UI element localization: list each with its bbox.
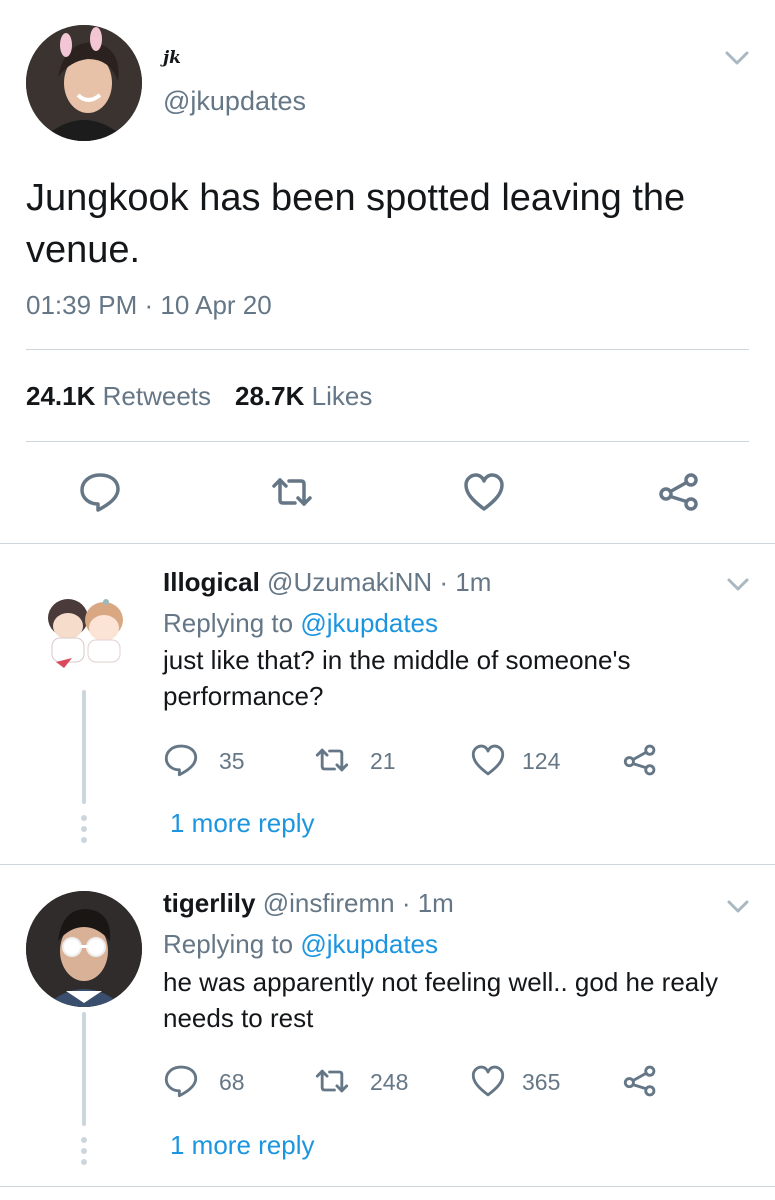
share-icon[interactable] xyxy=(657,470,701,514)
more-replies-link[interactable]: 1 more reply xyxy=(170,1130,315,1161)
section-divider xyxy=(0,543,775,544)
retweets-stat[interactable]: 24.1K Retweets xyxy=(26,381,211,411)
retweets-count: 24.1K xyxy=(26,381,96,411)
reply-text: just like that? in the middle of someone… xyxy=(163,645,631,711)
reply-count: 68 xyxy=(219,1069,245,1095)
replying-to-label: Replying to xyxy=(163,929,294,959)
reply-icon[interactable] xyxy=(78,470,122,514)
section-divider xyxy=(0,864,775,865)
retweet-icon[interactable] xyxy=(314,742,350,778)
reply-avatar[interactable] xyxy=(26,891,142,1007)
share-icon[interactable] xyxy=(622,742,658,778)
likes-count: 28.7K xyxy=(235,381,305,411)
author-display-name[interactable]: jk xyxy=(163,48,181,68)
author-avatar[interactable] xyxy=(26,25,142,141)
retweet-icon[interactable] xyxy=(270,470,314,514)
thread-line xyxy=(82,690,86,804)
thread-line xyxy=(82,1012,86,1126)
chevron-down-icon[interactable] xyxy=(722,43,752,73)
reply-avatar[interactable] xyxy=(26,570,142,686)
retweet-count: 248 xyxy=(370,1069,409,1095)
reply-header: Illogical @UzumakiNN · 1m xyxy=(163,567,491,598)
chevron-down-icon[interactable] xyxy=(724,570,752,598)
replying-to: Replying to @jkupdates xyxy=(163,929,438,960)
replying-to-label: Replying to xyxy=(163,608,294,638)
reply-time: · 1m xyxy=(401,888,454,918)
divider xyxy=(26,349,749,350)
section-divider xyxy=(0,1186,775,1187)
reply-icon[interactable] xyxy=(163,742,199,778)
share-icon[interactable] xyxy=(622,1063,658,1099)
like-icon[interactable] xyxy=(470,742,506,778)
tweet-stats: 24.1K Retweets 28.7K Likes xyxy=(26,381,372,412)
like-icon[interactable] xyxy=(470,1063,506,1099)
chevron-down-icon[interactable] xyxy=(724,892,752,920)
author-handle[interactable]: @jkupdates xyxy=(163,86,306,117)
reply-icon[interactable] xyxy=(163,1063,199,1099)
retweet-icon[interactable] xyxy=(314,1063,350,1099)
like-count: 124 xyxy=(522,748,561,774)
like-icon[interactable] xyxy=(462,470,506,514)
likes-label: Likes xyxy=(311,381,373,411)
more-replies-link[interactable]: 1 more reply xyxy=(170,808,315,839)
replying-to: Replying to @jkupdates xyxy=(163,608,438,639)
retweets-label: Retweets xyxy=(102,381,212,411)
reply-text: he was apparently not feeling well.. god… xyxy=(163,967,719,1033)
thread-dots xyxy=(81,1137,87,1170)
retweet-count: 21 xyxy=(370,748,396,774)
reply-author-name[interactable]: Illogical xyxy=(163,567,260,597)
reply-author-handle[interactable]: @insfiremn xyxy=(263,888,395,918)
tweet-text: Jungkook has been spotted leaving the ve… xyxy=(26,177,686,271)
likes-stat[interactable]: 28.7K Likes xyxy=(235,381,372,411)
replying-to-mention[interactable]: @jkupdates xyxy=(300,608,438,638)
reply-author-handle[interactable]: @UzumakiNN xyxy=(267,567,432,597)
reply-count: 35 xyxy=(219,748,245,774)
tweet-timestamp[interactable]: 01:39 PM · 10 Apr 20 xyxy=(26,290,272,321)
thread-dots xyxy=(81,815,87,848)
reply-author-name[interactable]: tigerlily xyxy=(163,888,255,918)
reply-time: · 1m xyxy=(439,567,492,597)
reply-header: tigerlily @insfiremn · 1m xyxy=(163,888,454,919)
divider xyxy=(26,441,749,442)
like-count: 365 xyxy=(522,1069,561,1095)
replying-to-mention[interactable]: @jkupdates xyxy=(300,929,438,959)
